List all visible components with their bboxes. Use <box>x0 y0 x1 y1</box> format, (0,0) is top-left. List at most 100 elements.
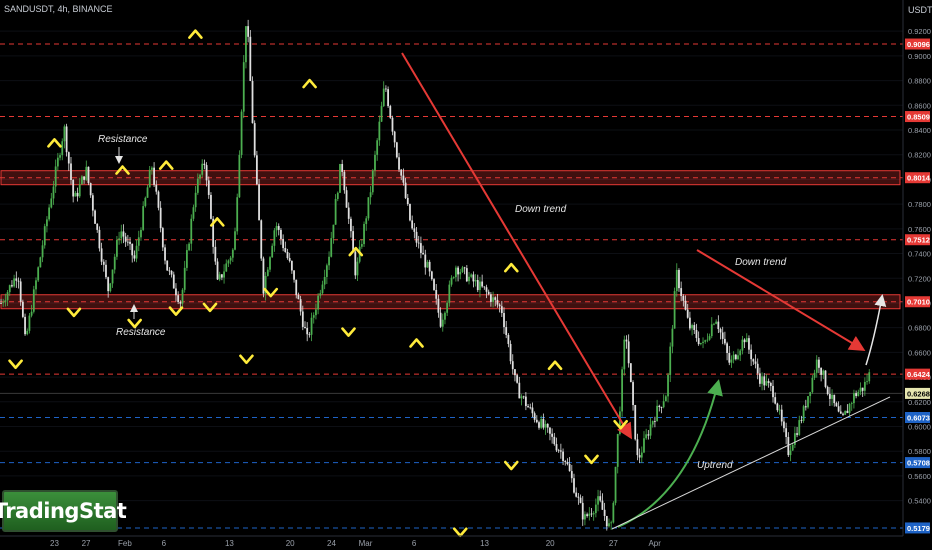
candle-body <box>6 292 9 301</box>
candle-body <box>807 396 809 408</box>
candle-body <box>332 224 335 239</box>
candle-body <box>566 462 569 464</box>
candle-body <box>273 230 276 246</box>
price-tick-label: 0.5400 <box>908 497 931 506</box>
time-axis[interactable]: 23 27 Feb 6 13 20 24 Mar 6 13 20 27 Apr <box>0 535 903 548</box>
candle-body <box>776 403 779 411</box>
candle-body <box>588 513 591 516</box>
price-chart[interactable]: 0.9200 0.9000 0.8800 0.8600 0.8400 0.8200 0.80… <box>0 0 932 550</box>
candle-body <box>354 251 357 276</box>
price-level-tag-label: 0.6268 <box>907 389 930 398</box>
candle-body <box>612 502 615 523</box>
tradingstat-logo: TradingStat <box>0 490 127 532</box>
candle-body <box>207 180 210 195</box>
candle-body <box>196 178 199 193</box>
trough-marker-icon <box>452 527 468 538</box>
candle-body <box>800 420 803 421</box>
candle-body <box>41 245 44 258</box>
candle-body <box>645 434 648 439</box>
peak-marker-icon <box>47 138 62 148</box>
candle-body <box>553 436 556 445</box>
candle-body <box>214 246 217 262</box>
candle-body <box>245 26 247 63</box>
candle-body <box>522 396 525 398</box>
candle-body <box>638 455 641 458</box>
candle-body <box>454 267 457 278</box>
candle-body <box>559 450 562 452</box>
candle-body <box>450 277 453 285</box>
candle-body <box>594 504 597 514</box>
candle-body <box>717 321 720 330</box>
candle-body <box>850 403 853 404</box>
candle-body <box>581 502 584 520</box>
candle-body <box>660 407 663 408</box>
peak-marker-icon <box>547 360 563 371</box>
candle-body <box>21 301 24 317</box>
candle-body <box>284 248 287 252</box>
candle-body <box>640 452 643 458</box>
candle-body <box>277 226 280 230</box>
candle-body <box>479 281 481 291</box>
candle-body <box>404 182 407 198</box>
candle-body <box>426 261 429 268</box>
candle-body <box>439 312 442 327</box>
candle-body <box>391 117 394 132</box>
candle-body <box>402 175 405 183</box>
candle-body <box>511 361 514 370</box>
candle-body <box>671 328 674 347</box>
candle-body <box>148 169 151 188</box>
candle-body <box>632 382 634 406</box>
candle-body <box>172 274 175 289</box>
price-level-tag-label: 0.8014 <box>907 174 931 183</box>
candle-body <box>258 184 260 221</box>
candle-body <box>135 245 138 259</box>
candle-body <box>290 261 293 271</box>
candle-body <box>538 422 540 428</box>
candle-body <box>192 207 195 219</box>
trough-marker-icon <box>584 454 599 465</box>
candle-body <box>815 359 818 373</box>
candle-body <box>334 198 337 225</box>
candle-body <box>201 163 204 175</box>
candle-body <box>295 279 298 296</box>
candle-body <box>339 164 341 193</box>
candle-body <box>253 123 256 156</box>
candle-body <box>848 403 851 414</box>
candle-body <box>411 220 414 229</box>
candle-body <box>489 294 492 302</box>
candle-body <box>802 406 805 421</box>
candle-body <box>610 522 613 524</box>
candle-body <box>266 269 269 276</box>
candle-body <box>627 341 630 364</box>
candle-body <box>111 269 114 284</box>
candle-body <box>839 411 842 414</box>
candle-body <box>181 289 184 304</box>
candle-body <box>647 434 650 436</box>
candle-body <box>529 407 532 409</box>
candle-body <box>789 450 792 456</box>
candle-body <box>778 409 781 411</box>
uptrend-label: Uptrend <box>697 460 733 471</box>
candle-body <box>109 283 112 292</box>
candle-body <box>17 280 20 282</box>
time-tick-label: 6 <box>412 539 417 548</box>
candle-body <box>4 300 7 303</box>
candle-body <box>393 131 396 143</box>
price-tick-label: 0.9200 <box>908 27 931 36</box>
candle-body <box>310 317 313 335</box>
candle-body <box>126 241 129 243</box>
candle-body <box>0 302 2 304</box>
candle-body <box>227 260 230 264</box>
candle-body <box>750 349 753 360</box>
price-axis[interactable]: 0.9200 0.9000 0.8800 0.8600 0.8400 0.8200 0.80… <box>902 0 932 550</box>
candle-body <box>783 421 785 429</box>
candle-body <box>94 210 96 224</box>
time-tick-label: 23 <box>50 539 59 548</box>
candle-body <box>350 218 352 232</box>
candle-body <box>70 163 72 180</box>
candle-body <box>190 218 193 244</box>
peak-marker-icon <box>504 262 519 273</box>
candle-body <box>400 169 403 176</box>
candle-body <box>704 340 707 342</box>
candle-body <box>577 496 580 498</box>
